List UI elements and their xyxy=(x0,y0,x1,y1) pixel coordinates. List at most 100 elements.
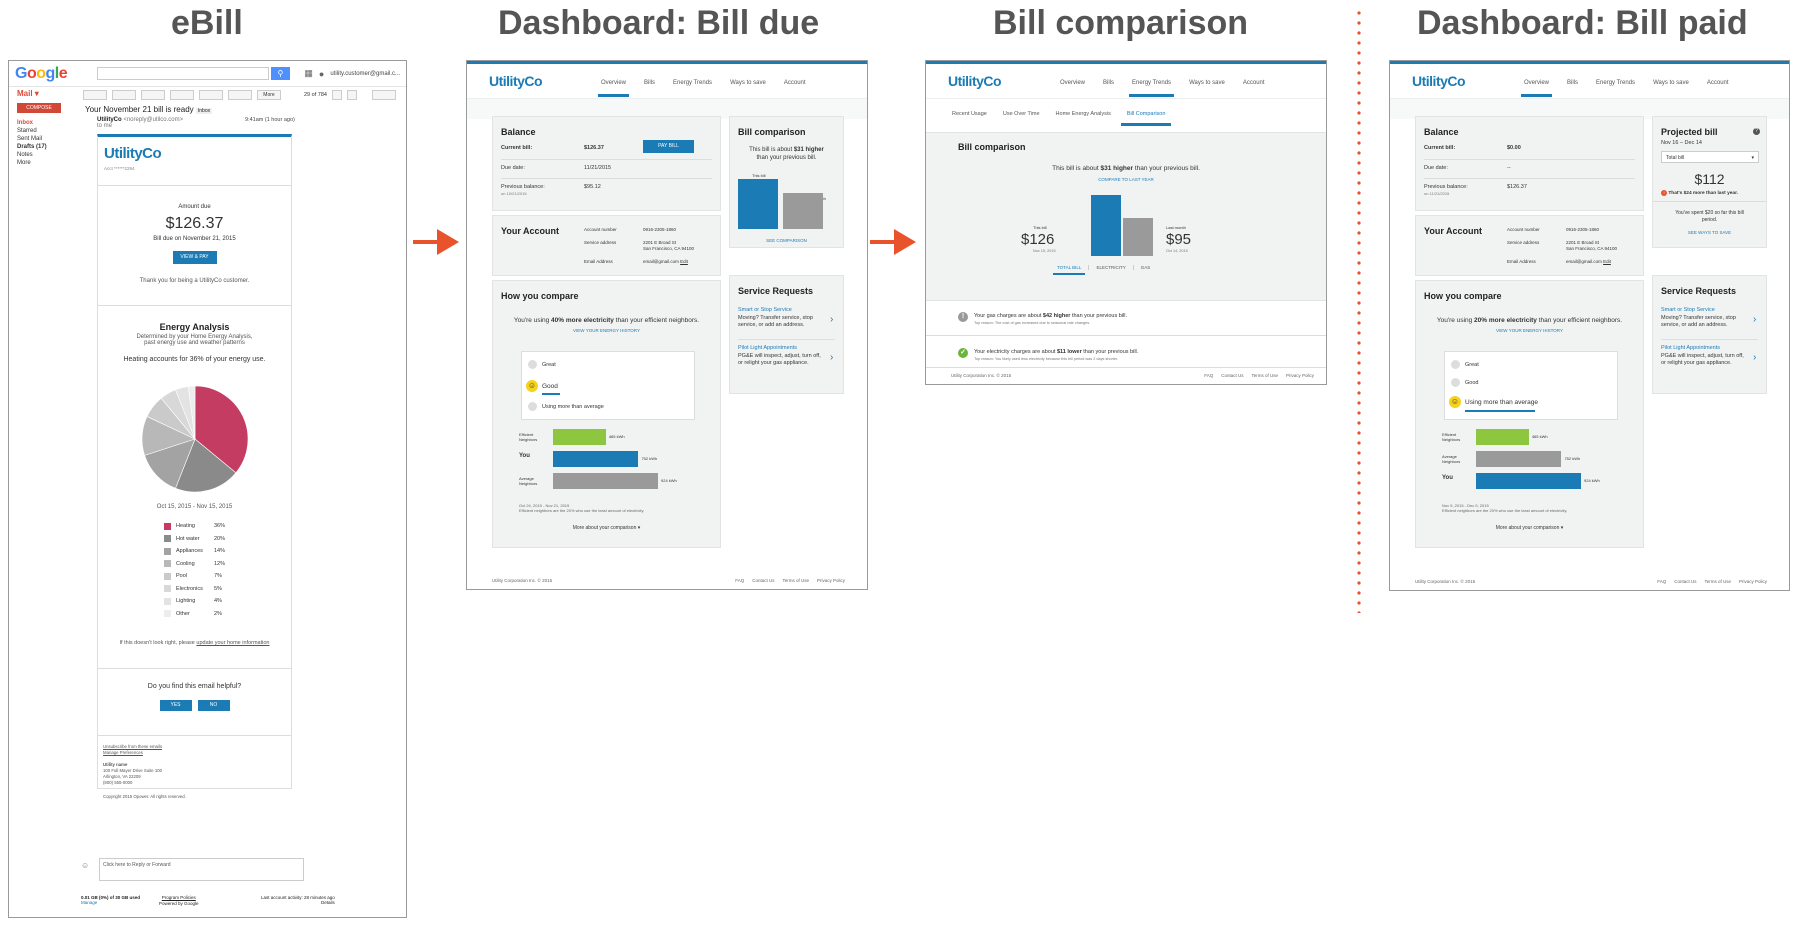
see-ways-to-save-link[interactable]: SEE WAYS TO SAVE xyxy=(1653,230,1766,235)
tab-use-over-time[interactable]: Use Over Time xyxy=(995,111,1048,117)
help-icon[interactable]: ? xyxy=(1753,128,1760,135)
archive-button[interactable] xyxy=(112,90,136,100)
search-button[interactable]: ⚲ xyxy=(270,67,291,80)
nav-item[interactable]: Sent Mail xyxy=(17,135,79,143)
search-input[interactable] xyxy=(97,67,269,80)
footer-privacy[interactable]: Privacy Policy xyxy=(1739,579,1767,584)
more-button[interactable]: More xyxy=(257,90,281,100)
nav-account[interactable]: Account xyxy=(1698,80,1738,86)
nav-bills[interactable]: Bills xyxy=(1094,80,1123,86)
footer-faq[interactable]: FAQ xyxy=(1657,579,1666,584)
footer-terms[interactable]: Terms of Use xyxy=(1704,579,1731,584)
edit-email-link[interactable]: Edit xyxy=(680,259,688,264)
due-date: Bill due on November 21, 2015 xyxy=(153,236,236,242)
check-icon: ✓ xyxy=(958,348,968,358)
tab-bill-comparison[interactable]: Bill Comparison xyxy=(1119,111,1174,126)
chevron-right-icon[interactable]: › xyxy=(1753,314,1756,325)
nav-overview[interactable]: Overview xyxy=(1515,80,1558,97)
legend-swatch xyxy=(164,597,171,605)
yes-button[interactable]: YES xyxy=(159,700,192,711)
update-home-link[interactable]: update your home information xyxy=(196,640,269,646)
nav-energy-trends[interactable]: Energy Trends xyxy=(664,80,721,86)
mail-label[interactable]: Mail ▾ xyxy=(17,89,79,98)
footer-faq[interactable]: FAQ xyxy=(1204,373,1213,378)
utilityco-logo: UtilityCo xyxy=(489,73,543,89)
more-comparison-link[interactable]: More about your comparison ▾ xyxy=(493,525,720,531)
pie-legend: Heating 36% Hot water 20% Appliances 14% Cooli… xyxy=(164,520,225,620)
legend-label: Hot water xyxy=(176,535,200,542)
bill-comparison-chart xyxy=(1091,193,1161,256)
user-email[interactable]: utility.customer@gmail.c... xyxy=(330,71,400,77)
apps-icon[interactable]: ▦ xyxy=(304,68,313,79)
compare-last-year-link[interactable]: COMPARE TO LAST YEAR xyxy=(926,177,1326,182)
legend-swatch xyxy=(164,535,171,543)
chevron-right-icon[interactable]: › xyxy=(830,352,833,363)
nav-item[interactable]: Drafts (17) xyxy=(17,143,79,151)
nav-account[interactable]: Account xyxy=(1234,80,1274,86)
more-comparison-link[interactable]: More about your comparison ▾ xyxy=(1416,525,1643,531)
footer-faq[interactable]: FAQ xyxy=(735,578,744,583)
manage-link[interactable]: Manage xyxy=(81,900,97,905)
stop-service-link[interactable]: Smart or Stop Service xyxy=(1661,307,1715,313)
nav-ways-to-save[interactable]: Ways to save xyxy=(721,80,775,86)
chevron-right-icon[interactable]: › xyxy=(1753,352,1756,363)
pilot-light-link[interactable]: Pilot Light Appointments xyxy=(738,345,797,351)
no-button[interactable]: NO xyxy=(197,700,230,711)
nav-bills[interactable]: Bills xyxy=(1558,80,1587,86)
policies-link[interactable]: Program Policies xyxy=(162,895,196,900)
see-comparison-link[interactable]: SEE COMPARISON xyxy=(730,238,843,243)
move-button[interactable] xyxy=(199,90,223,100)
label-button[interactable] xyxy=(228,90,252,100)
preferences-link[interactable]: Manage Preferences xyxy=(103,750,286,756)
nav-bills[interactable]: Bills xyxy=(635,80,664,86)
energy-history-link[interactable]: VIEW YOUR ENERGY HISTORY xyxy=(1416,328,1643,333)
stop-service-link[interactable]: Smart or Stop Service xyxy=(738,307,792,313)
account-icon[interactable]: ● xyxy=(319,69,324,79)
compose-button[interactable]: COMPOSE xyxy=(17,103,61,113)
energy-history-link[interactable]: VIEW YOUR ENERGY HISTORY xyxy=(493,328,720,333)
nav-energy-trends[interactable]: Energy Trends xyxy=(1123,80,1180,97)
footer-contact[interactable]: Contact Us xyxy=(752,578,774,583)
nav-ways-to-save[interactable]: Ways to save xyxy=(1180,80,1234,86)
tab-total-bill[interactable]: TOTAL BILL xyxy=(1050,265,1088,275)
tab-electricity[interactable]: ELECTRICITY xyxy=(1088,265,1132,270)
delete-button[interactable] xyxy=(170,90,194,100)
nav-overview[interactable]: Overview xyxy=(592,80,635,97)
footer-contact[interactable]: Contact Us xyxy=(1221,373,1243,378)
account-number-value: 0916-2305-1860 xyxy=(1566,227,1600,232)
nav-item[interactable]: Inbox xyxy=(17,119,79,127)
nav-account[interactable]: Account xyxy=(775,80,815,86)
footer-privacy[interactable]: Privacy Policy xyxy=(1286,373,1314,378)
footer-contact[interactable]: Contact Us xyxy=(1674,579,1696,584)
nav-energy-trends[interactable]: Energy Trends xyxy=(1587,80,1644,86)
main-nav: Overview Bills Energy Trends Ways to sav… xyxy=(592,80,815,97)
next-button[interactable] xyxy=(346,90,357,100)
amount-due: $126.37 xyxy=(165,215,224,232)
tab-recent-usage[interactable]: Recent Usage xyxy=(944,111,995,117)
reply-box[interactable]: Click here to Reply or Forward xyxy=(99,858,304,881)
details-link[interactable]: Details xyxy=(321,900,335,905)
footer-terms[interactable]: Terms of Use xyxy=(782,578,809,583)
prev-button[interactable] xyxy=(331,90,342,100)
edit-email-link[interactable]: Edit xyxy=(1603,259,1611,264)
nav-item[interactable]: Notes xyxy=(17,151,79,159)
nav-item[interactable]: More xyxy=(17,159,79,167)
footer-privacy[interactable]: Privacy Policy xyxy=(817,578,845,583)
nav-overview[interactable]: Overview xyxy=(1051,80,1094,86)
back-button[interactable] xyxy=(83,90,107,100)
projected-select[interactable]: Total bill ▾ xyxy=(1661,151,1759,163)
nav-ways-to-save[interactable]: Ways to save xyxy=(1644,80,1698,86)
view-pay-button[interactable]: VIEW & PAY xyxy=(172,251,217,264)
chevron-right-icon[interactable]: › xyxy=(830,314,833,325)
gmail-header: Google ⚲ ▦ ● utility.customer@gmail.c... xyxy=(9,61,406,87)
pay-bill-button[interactable]: PAY BILL xyxy=(643,140,694,153)
pilot-light-link[interactable]: Pilot Light Appointments xyxy=(1661,345,1720,351)
service-requests-title: Service Requests xyxy=(738,286,814,296)
tab-gas[interactable]: GAS xyxy=(1132,265,1158,270)
tab-home-energy-analysis[interactable]: Home Energy Analysis xyxy=(1048,111,1119,117)
projected-bill-title: Projected bill xyxy=(1661,127,1718,137)
settings-button[interactable] xyxy=(371,90,396,100)
spam-button[interactable] xyxy=(141,90,165,100)
nav-item[interactable]: Starred xyxy=(17,127,79,135)
footer-terms[interactable]: Terms of Use xyxy=(1251,373,1278,378)
